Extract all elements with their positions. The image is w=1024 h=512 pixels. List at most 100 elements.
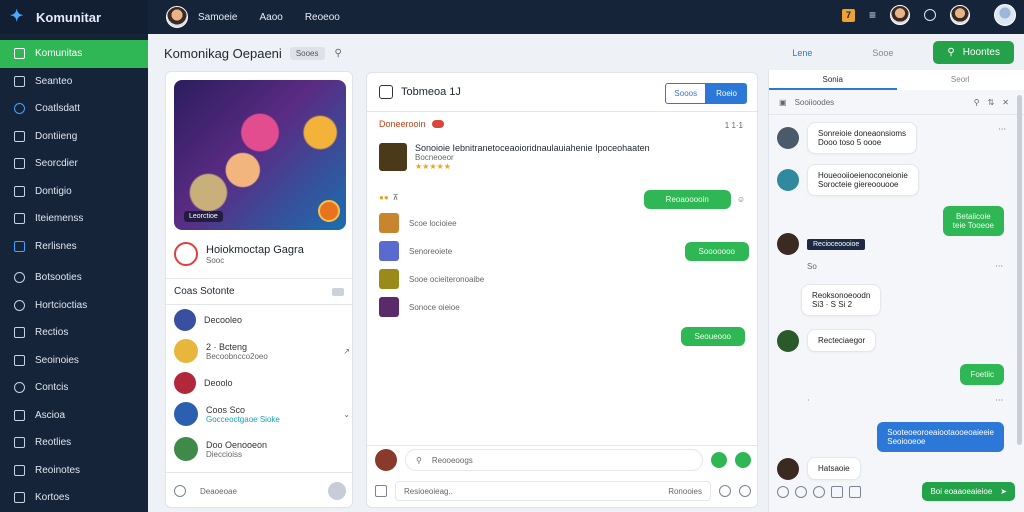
list-item[interactable]: Sonoce oieioe <box>379 297 460 317</box>
send-button[interactable]: Boi eoaaoeaieioe ➤ <box>922 482 1015 501</box>
mail-icon <box>14 464 25 476</box>
list-item[interactable]: Sooe ocieiteronoaibe <box>379 269 484 289</box>
sidebar-item-2[interactable]: Coatlsdatt <box>0 95 148 123</box>
send-icon[interactable] <box>735 452 751 468</box>
sidebar-item-komunitas[interactable]: Komunitas <box>0 40 148 68</box>
sidebar-item-9[interactable]: Hortcioctias <box>0 292 148 320</box>
sidebar-item-5[interactable]: Dontigio <box>0 178 148 206</box>
sidebar-item-4[interactable]: Seorcdier <box>0 150 148 178</box>
sidebar-item-11[interactable]: Seoinoies <box>0 347 148 375</box>
chart-icon <box>14 240 25 252</box>
composer-avatar <box>375 449 397 471</box>
user-avatar[interactable] <box>890 5 910 25</box>
search-icon[interactable]: ⚲ <box>335 48 342 59</box>
account-avatar[interactable] <box>994 4 1016 26</box>
segment-right-button[interactable]: Roeio <box>706 83 747 104</box>
clock-icon[interactable] <box>795 485 807 498</box>
divider <box>166 278 352 279</box>
reaction-icon[interactable]: ☺ <box>737 195 745 204</box>
sidebar-item-14[interactable]: Reotlies <box>0 429 148 457</box>
status-badge: Sooes <box>289 46 325 60</box>
chat-bubble[interactable]: Reoaooooin <box>643 190 731 209</box>
sidebar-item-3[interactable]: Dontiieng <box>0 123 148 151</box>
sort-icon[interactable]: ⇅ <box>988 98 995 107</box>
contact-avatar <box>174 402 198 426</box>
post-card[interactable]: Sonoioie Iebnitranetoceaoioridnaulauiahe… <box>379 143 749 171</box>
attach-icon[interactable]: ⚲ <box>416 456 422 465</box>
primary-action-button[interactable]: ⚲ Hoontes <box>933 41 1014 64</box>
chat-bubble[interactable]: Seoueooo <box>680 327 745 346</box>
emoji-icon[interactable]: ●● <box>379 193 389 202</box>
doc-icon <box>14 409 25 421</box>
avatar[interactable] <box>166 6 188 28</box>
notification-badge[interactable]: 7 <box>841 8 855 22</box>
settings-icon[interactable] <box>328 482 346 500</box>
scrollbar[interactable] <box>1017 95 1022 445</box>
emoji-icon[interactable] <box>777 485 789 498</box>
top-tab-0[interactable]: Samoeie <box>198 12 237 23</box>
search-icon[interactable]: ⚲ <box>974 98 980 107</box>
list-item[interactable]: 2 · Bcteng Becoobncco2oeo ↗ <box>174 339 350 363</box>
item-icon <box>379 269 399 289</box>
segment-left-button[interactable]: Sooos <box>665 83 707 104</box>
expand-icon[interactable]: ↗ <box>343 347 350 356</box>
sidebar-item-6[interactable]: Iteiemenss <box>0 205 148 233</box>
item-icon <box>379 241 399 261</box>
message-input[interactable]: ⚲ Reooeoogs <box>405 449 703 471</box>
send-icon: ➤ <box>1000 487 1007 496</box>
top-tab-2[interactable]: Reoeoo <box>305 12 340 23</box>
sidebar-item-1[interactable]: Seanteo <box>0 68 148 96</box>
list-item[interactable]: Scoe locioiee <box>379 213 457 233</box>
sidebar-item-12[interactable]: Contcis <box>0 374 148 402</box>
filter-icon[interactable]: ▣ <box>779 98 787 107</box>
sidebar-item-16[interactable]: Kortoes <box>0 484 148 512</box>
sidebar-item-8[interactable]: Botsooties <box>0 264 148 292</box>
chat-message: Sonreioie doneaonsioms Dooo toso 5 oooe <box>777 122 918 154</box>
post-panel: Tobmeoa 1J Sooos Roeio Doneerooin 1 1·1 … <box>366 72 758 508</box>
top-tab-1[interactable]: Aaoo <box>259 12 282 23</box>
chat-message: Recioceoooioe <box>777 233 866 255</box>
segmented-control: Sooos Roeio <box>665 83 747 104</box>
tab-sonia[interactable]: Sonia <box>769 70 897 90</box>
timestamp: 1 1·1 <box>724 121 743 130</box>
sidebar-nav-secondary: Botsooties Hortcioctias Rectios Seoinoie… <box>0 264 148 512</box>
attach-icon[interactable] <box>813 485 825 498</box>
list-item[interactable]: Doo Oenooeon Dieccioiss <box>174 437 267 461</box>
pin-icon[interactable]: ⊼ <box>393 193 399 202</box>
chat-message: Houeooiioeienoconeionie Sorocteie giereo… <box>777 164 919 196</box>
game-title: Hoiokmoctap Gagra <box>206 243 304 256</box>
list-item[interactable]: Decooleo <box>174 309 242 331</box>
more-icon[interactable]: ⋅⋅⋅ <box>995 396 1003 405</box>
sidebar-item-15[interactable]: Reoinotes <box>0 457 148 485</box>
sidebar-item-7[interactable]: Rerlisnes <box>0 233 148 261</box>
section-heading: Doneerooin <box>379 119 444 129</box>
image-icon[interactable] <box>831 485 843 498</box>
collapse-icon[interactable] <box>332 287 344 296</box>
search-icon[interactable] <box>924 9 936 21</box>
more-icon[interactable]: ⋅⋅⋅ <box>995 262 1003 271</box>
sidebar-item-13[interactable]: Ascioa <box>0 402 148 430</box>
list-item[interactable]: Coos Sco Gocceoctgaoe Sioke ⌄ <box>174 402 350 426</box>
list-item[interactable]: Senoreoiete Sooooooo <box>379 241 749 261</box>
chat-bubble[interactable]: Sooooooo <box>684 241 749 261</box>
sidebar-item-10[interactable]: Rectios <box>0 319 148 347</box>
brand[interactable]: ✦ Komunitar <box>0 0 148 34</box>
chevron-down-icon[interactable]: ⌄ <box>343 410 350 419</box>
game-artwork[interactable]: Leorctioe <box>174 80 346 230</box>
tab-lene[interactable]: Lene <box>792 48 812 58</box>
file-icon[interactable] <box>849 485 861 498</box>
chat-search[interactable]: ▣ Sooiioodes ⚲ ⇅ ✕ <box>779 94 1009 110</box>
tab-sooe[interactable]: Sooe <box>872 48 893 58</box>
profile-avatar[interactable] <box>950 5 970 25</box>
menu-icon[interactable]: ≡ <box>869 8 876 22</box>
attach-icon[interactable] <box>739 485 751 497</box>
clock-icon[interactable] <box>719 485 731 497</box>
close-icon[interactable]: ✕ <box>1002 98 1009 107</box>
tab-seorl[interactable]: Seorl <box>897 70 1024 90</box>
reply-input[interactable]: Resioeoieag.. Ronooies <box>395 481 711 501</box>
refresh-icon[interactable] <box>174 485 186 497</box>
emoji-icon[interactable] <box>711 452 727 468</box>
image-icon[interactable] <box>375 485 387 497</box>
more-icon[interactable]: ⋅⋅⋅ <box>998 125 1006 134</box>
list-item[interactable]: Deoolo <box>174 372 233 394</box>
